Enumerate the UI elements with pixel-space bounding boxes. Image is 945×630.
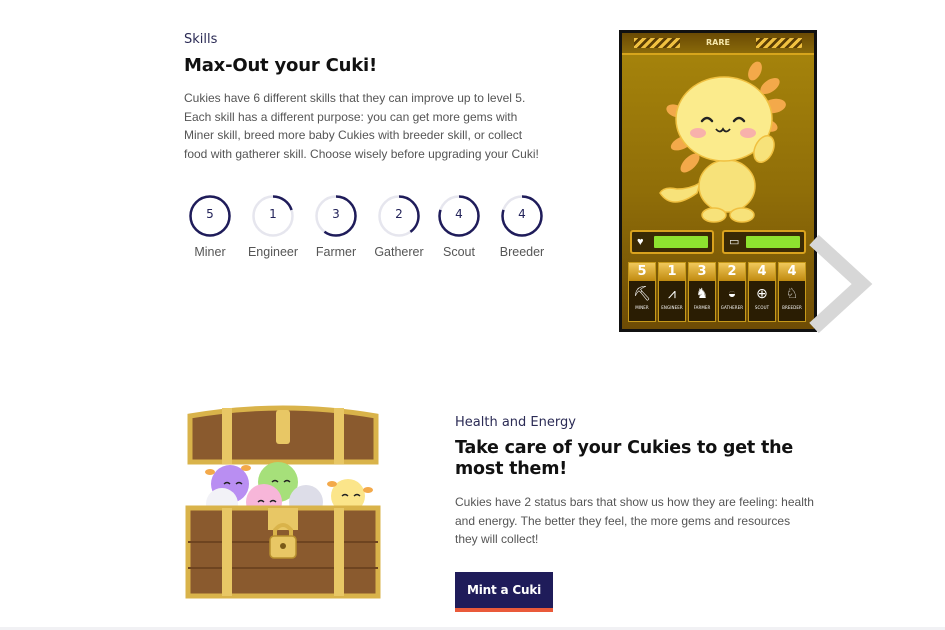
heart-pulse-icon: ♥ bbox=[637, 236, 644, 248]
card-stat-farmer: 3 ♞ FARMER bbox=[688, 262, 716, 322]
cuki-character-illustration bbox=[659, 61, 786, 223]
compass-icon: ⊕ bbox=[756, 285, 768, 301]
compass-tool-icon: ⩘ bbox=[668, 285, 676, 301]
skill-farmer: 3 Farmer bbox=[306, 194, 366, 259]
health-energy-heading: Take care of your Cukies to get the most… bbox=[455, 438, 794, 479]
skill-engineer: 1 Engineer bbox=[243, 194, 303, 259]
card-stat-label: SCOUT bbox=[754, 305, 770, 310]
treasure-chest-illustration bbox=[185, 405, 381, 599]
cuki-card-face: RARE ♥ ▭ 5 ⛏ MINER 1 ⩘ ENGINEER 3 ♞ FARM… bbox=[622, 33, 814, 329]
skill-level: 3 bbox=[332, 207, 340, 221]
skill-name: Engineer bbox=[247, 245, 299, 259]
skills-progress-row: 5 Miner 1 Engineer 3 Farmer 2 Gatherer 4… bbox=[180, 194, 552, 266]
card-stat-level: 5 bbox=[629, 263, 655, 281]
skill-gatherer: 2 Gatherer bbox=[369, 194, 429, 259]
card-skill-stats: 5 ⛏ MINER 1 ⩘ ENGINEER 3 ♞ FARMER 2 ◒ GA… bbox=[628, 262, 808, 326]
skills-eyebrow: Skills bbox=[184, 32, 218, 47]
skill-level: 1 bbox=[269, 207, 277, 221]
skill-breeder: 4 Breeder bbox=[492, 194, 552, 259]
mint-a-cuki-button[interactable]: Mint a Cuki bbox=[455, 572, 553, 612]
skills-heading: Max-Out your Cuki! bbox=[184, 55, 377, 76]
skill-level: 2 bbox=[395, 207, 403, 221]
health-energy-eyebrow: Health and Energy bbox=[455, 415, 576, 430]
skills-description: Cukies have 6 different skills that they… bbox=[184, 91, 539, 161]
card-stat-level: 2 bbox=[719, 263, 745, 281]
card-stat-label: ENGINEER bbox=[661, 305, 683, 310]
card-stat-level: 1 bbox=[659, 263, 685, 281]
skill-level: 5 bbox=[206, 207, 214, 221]
skill-miner: 5 Miner bbox=[180, 194, 240, 259]
health-bar-fill bbox=[654, 236, 708, 248]
energy-bar-fill bbox=[746, 236, 800, 248]
card-stat-label: FARMER bbox=[693, 305, 711, 310]
card-header: RARE bbox=[622, 33, 814, 55]
skill-name: Miner bbox=[194, 245, 226, 259]
card-status-bars: ♥ ▭ bbox=[630, 230, 806, 256]
card-stat-scout: 4 ⊕ SCOUT bbox=[748, 262, 776, 322]
health-energy-description: Cukies have 2 status bars that show us h… bbox=[455, 495, 814, 546]
card-stat-miner: 5 ⛏ MINER bbox=[628, 262, 656, 322]
skill-name: Breeder bbox=[499, 245, 545, 259]
energy-bar: ▭ bbox=[722, 230, 806, 254]
skill-name: Gatherer bbox=[374, 245, 424, 259]
card-stat-level: 4 bbox=[749, 263, 775, 281]
card-stat-level: 3 bbox=[689, 263, 715, 281]
cow-icon: ♞ bbox=[695, 285, 709, 301]
card-stat-engineer: 1 ⩘ ENGINEER bbox=[658, 262, 686, 322]
card-stat-gatherer: 2 ◒ GATHERER bbox=[718, 262, 746, 322]
skill-name: Farmer bbox=[315, 245, 357, 259]
cuki-card: RARE ♥ ▭ 5 ⛏ MINER 1 ⩘ ENGINEER 3 ♞ FARM… bbox=[619, 30, 817, 332]
pickaxe-icon: ⛏ bbox=[633, 285, 651, 301]
next-chevron-icon bbox=[809, 234, 873, 334]
battery-icon: ▭ bbox=[729, 236, 740, 248]
basket-icon: ◒ bbox=[727, 285, 737, 301]
card-stat-label: GATHERER bbox=[720, 305, 744, 310]
card-rarity-label: RARE bbox=[706, 38, 730, 47]
health-bar: ♥ bbox=[630, 230, 714, 254]
skill-level: 4 bbox=[455, 207, 463, 221]
card-stat-label: MINER bbox=[635, 305, 649, 310]
skill-scout: 4 Scout bbox=[429, 194, 489, 259]
skill-name: Scout bbox=[443, 245, 475, 259]
skill-level: 4 bbox=[518, 207, 526, 221]
